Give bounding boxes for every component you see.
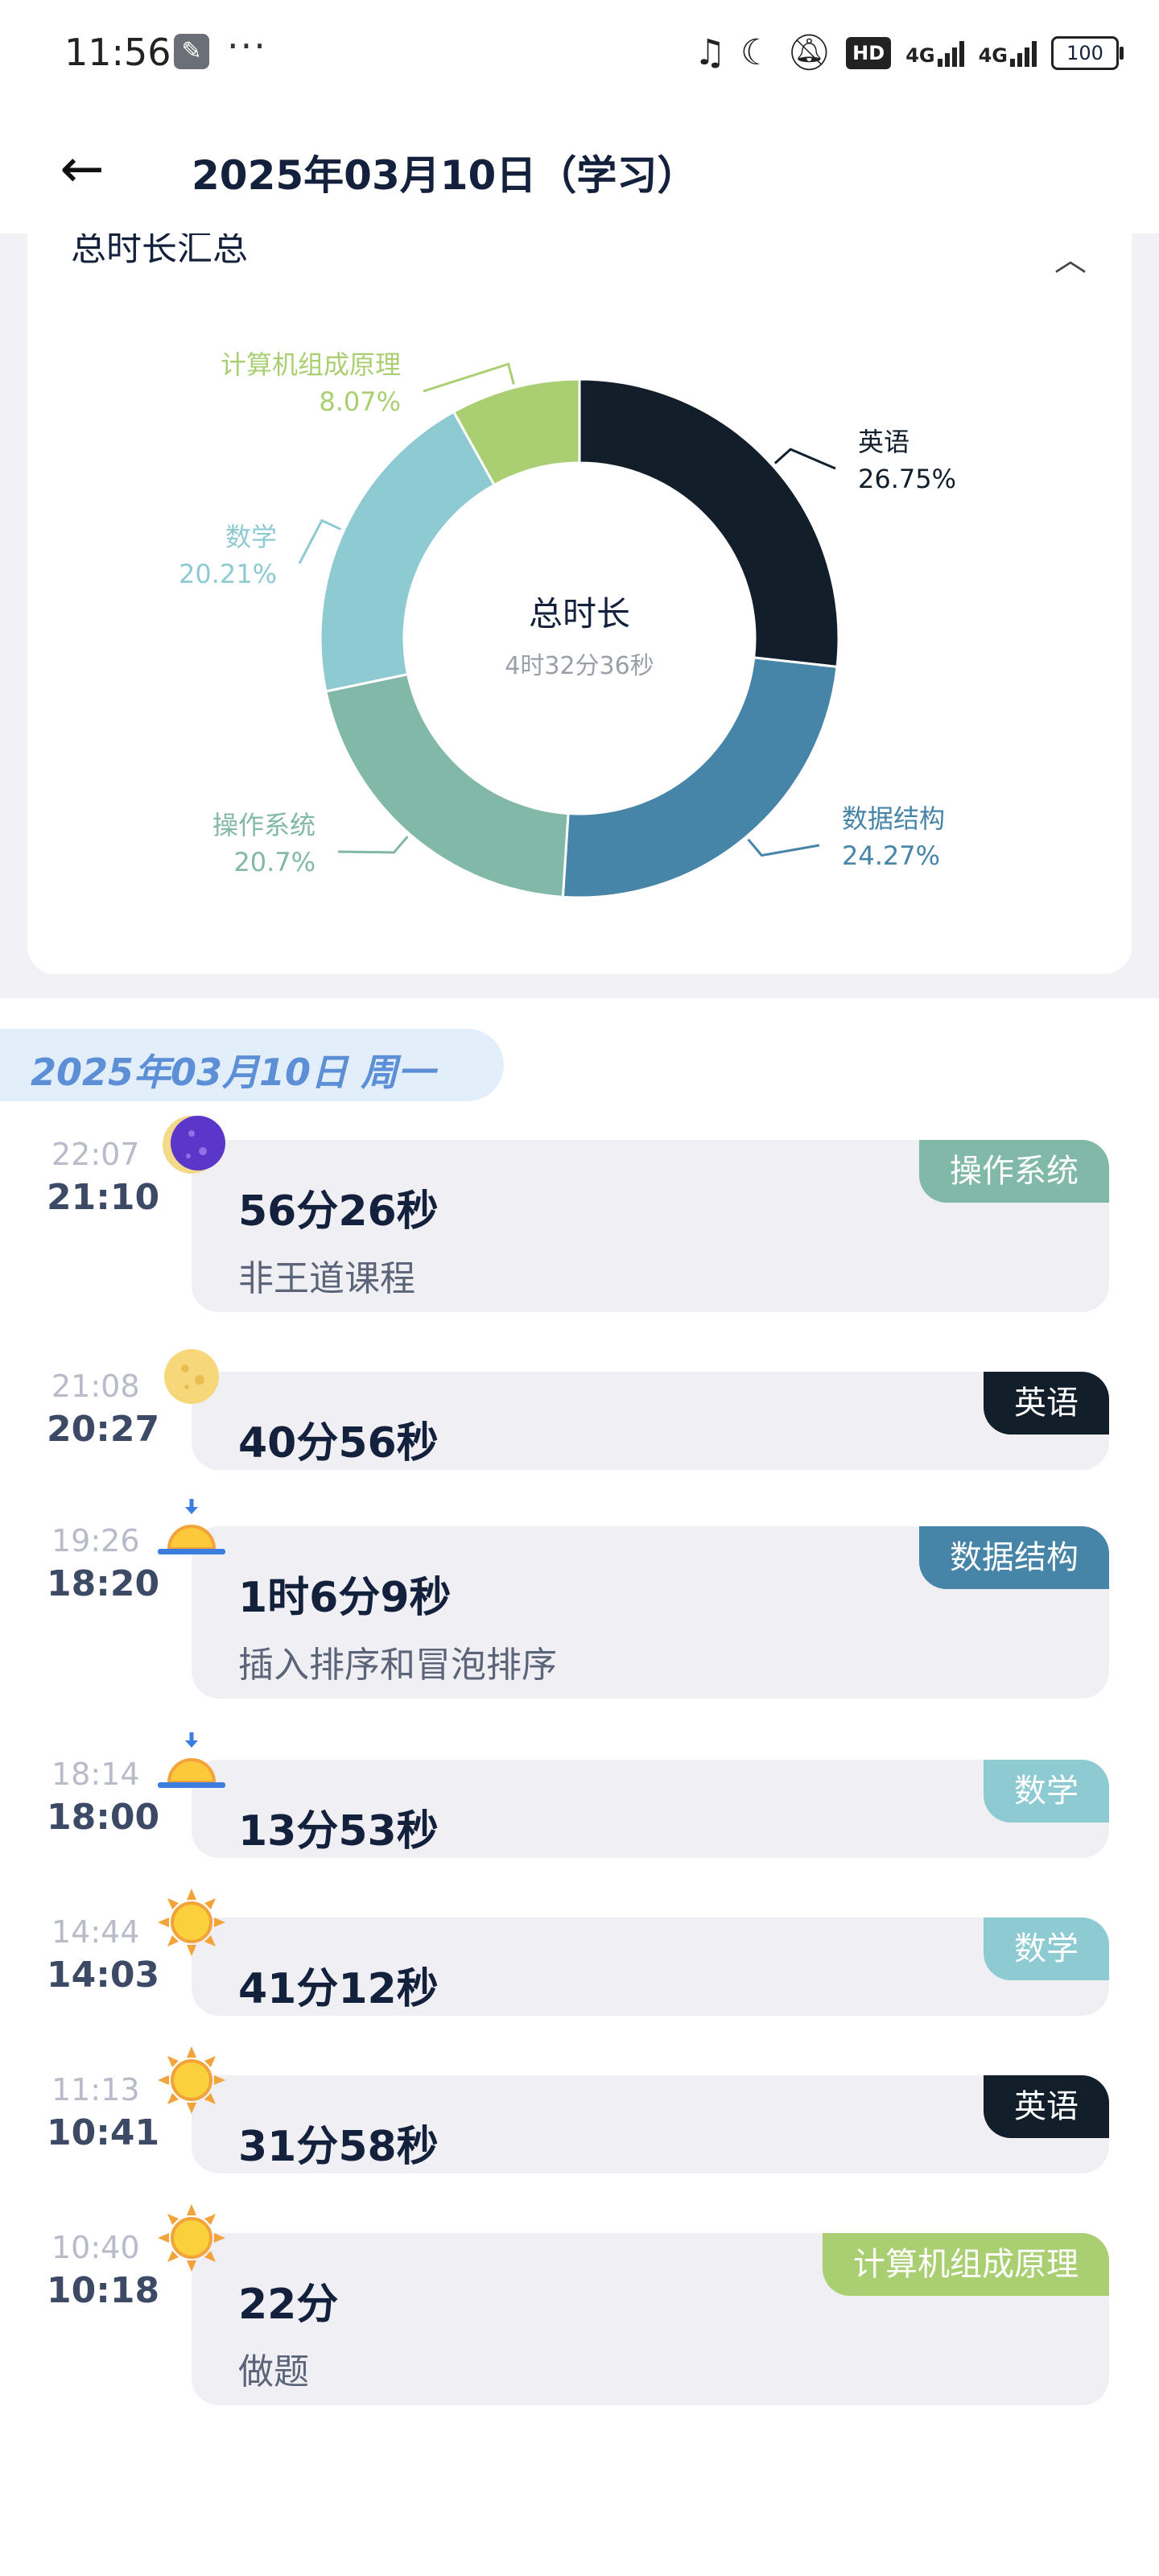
record-duration: 13分53秒 [238, 1807, 439, 1856]
record-end-time: 10:40 [52, 2230, 140, 2265]
earbuds-icon: ♫ [694, 32, 726, 73]
record-duration: 1时6分9秒 [238, 1574, 452, 1622]
donut-slice[interactable] [561, 656, 839, 899]
do-not-disturb-icon: ☾ [740, 32, 773, 73]
record-tag: 数学 [984, 1760, 1109, 1823]
record-card[interactable]: 13分53秒 数学 [192, 1760, 1109, 1858]
record-item[interactable]: 19:26 18:20 1时6分9秒插入排序和冒泡排序 数据结构 [0, 1497, 1159, 1699]
record-tag: 操作系统 [919, 1140, 1109, 1203]
slice-percent: 8.07% [319, 386, 401, 417]
record-item[interactable]: 22:07 21:10 56分26秒非王道课程 操作系统 [0, 1111, 1159, 1312]
slice-percent: 26.75% [858, 464, 956, 494]
leader-line [773, 448, 836, 470]
record-item[interactable]: 21:08 20:27 40分56秒 英语 [0, 1343, 1159, 1470]
record-duration: 31分58秒 [238, 2123, 439, 2171]
record-end-time: 14:44 [52, 1914, 140, 1950]
wrench-icon: ✎ [174, 34, 209, 69]
record-start-time: 14:03 [47, 1955, 160, 1996]
moon-icon [158, 1111, 225, 1179]
slice-label: 英语 [858, 427, 909, 457]
record-start-time: 20:27 [47, 1409, 160, 1450]
record-note: 插入排序和冒泡排序 [238, 1645, 557, 1686]
record-note: 做题 [238, 2351, 309, 2392]
status-bar: 11:56 ✎ ··· ♫ ☾ 🔕︎ HD 4G 4G 100 [0, 0, 1159, 105]
record-end-time: 21:08 [52, 1368, 140, 1404]
donut-center-value: 4时32分36秒 [505, 652, 654, 680]
sun-icon [158, 2204, 225, 2272]
status-time: 11:56 [64, 31, 171, 74]
record-item[interactable]: 18:14 18:00 13分53秒 数学 [0, 1731, 1159, 1858]
record-card[interactable]: 22分做题 计算机组成原理 [192, 2233, 1109, 2405]
leader-line [747, 838, 820, 857]
slice-label: 数学 [225, 522, 277, 552]
record-start-time: 10:18 [47, 2270, 160, 2311]
record-duration: 22分 [238, 2281, 339, 2329]
page-title: 2025年03月10日（学习） [192, 152, 698, 199]
arrow-left-icon[interactable]: ← [50, 137, 114, 201]
full-moon-icon [158, 1343, 225, 1410]
sun-icon [158, 1889, 225, 1956]
slice-label: 操作系统 [212, 810, 316, 840]
record-start-time: 18:20 [47, 1563, 160, 1604]
record-tag: 计算机组成原理 [823, 2233, 1109, 2296]
record-start-time: 21:10 [47, 1177, 160, 1218]
status-icons: ♫ ☾ 🔕︎ HD 4G 4G 100 [694, 29, 1124, 77]
record-start-time: 18:00 [47, 1797, 160, 1838]
donut-slice[interactable] [319, 410, 497, 693]
donut-chart: 英语 26.75% 数据结构 24.27% 操作系统 20.7% 数学 20.21% 计算机组成… [179, 349, 956, 899]
signal-icon-2: 4G [979, 39, 1037, 67]
record-start-time: 10:41 [47, 2112, 160, 2153]
record-item[interactable]: 10:40 10:18 22分做题 计算机组成原理 [0, 2204, 1159, 2405]
record-end-time: 19:26 [52, 1523, 140, 1558]
leader-line [337, 836, 409, 854]
slice-label: 数据结构 [842, 803, 945, 834]
record-card[interactable]: 1时6分9秒插入排序和冒泡排序 数据结构 [192, 1526, 1109, 1699]
signal-icon-1: 4G [905, 39, 964, 67]
record-duration: 56分26秒 [238, 1187, 439, 1236]
network-type: 4G [978, 44, 1008, 67]
bell-muted-icon: 🔕︎ [786, 32, 832, 73]
more-notifications-icon: ··· [227, 24, 267, 68]
sunset-icon [158, 1731, 225, 1798]
app-bar: ← 2025年03月10日（学习） [0, 105, 1159, 233]
record-duration: 40分56秒 [238, 1419, 439, 1468]
record-card[interactable]: 41分12秒 数学 [192, 1918, 1109, 2016]
leader-line [423, 362, 515, 393]
sun-icon [158, 2046, 225, 2114]
record-card[interactable]: 56分26秒非王道课程 操作系统 [192, 1140, 1109, 1312]
record-card[interactable]: 40分56秒 英语 [192, 1372, 1109, 1470]
record-item[interactable]: 11:13 10:41 31分58秒 英语 [0, 2046, 1159, 2174]
record-tag: 数学 [984, 1918, 1109, 1980]
summary-card: 总时长汇总 ︿ 英语 26.75% 数据结构 24.27% 操作系统 20.7% 数学 20.… [27, 233, 1132, 974]
record-tag: 英语 [984, 2075, 1109, 2138]
network-type: 4G [905, 44, 935, 67]
donut-center-label: 总时长 [529, 594, 630, 634]
record-item[interactable]: 14:44 14:03 41分12秒 数学 [0, 1889, 1159, 2016]
record-tag: 英语 [984, 1372, 1109, 1435]
record-duration: 41分12秒 [238, 1965, 439, 2013]
hd-badge: HD [846, 37, 892, 69]
slice-label: 计算机组成原理 [221, 349, 401, 380]
record-end-time: 22:07 [52, 1137, 140, 1172]
slice-percent: 20.7% [233, 847, 316, 877]
day-header: 2025年03月10日 周一 [0, 1029, 504, 1101]
battery-icon: 100 [1051, 36, 1124, 70]
record-card[interactable]: 31分58秒 英语 [192, 2075, 1109, 2174]
record-end-time: 18:14 [52, 1757, 140, 1792]
donut-slice[interactable] [324, 672, 570, 898]
slice-percent: 24.27% [842, 840, 940, 871]
record-note: 非王道课程 [238, 1258, 415, 1299]
record-tag: 数据结构 [919, 1526, 1109, 1589]
slice-percent: 20.21% [179, 559, 277, 589]
day-header-label: 2025年03月10日 周一 [31, 1051, 435, 1094]
sunset-icon [158, 1497, 225, 1565]
record-end-time: 11:13 [52, 2072, 140, 2107]
